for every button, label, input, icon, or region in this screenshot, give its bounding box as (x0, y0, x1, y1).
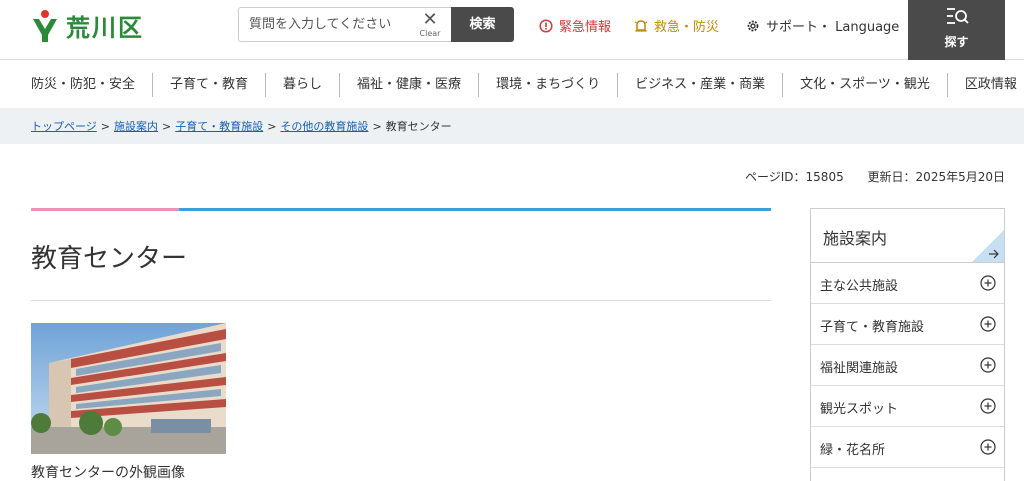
nav-item-living[interactable]: 暮らし (266, 73, 341, 97)
breadcrumb-separator: > (267, 119, 277, 133)
nav-item-administration[interactable]: 区政情報 (948, 73, 1024, 97)
site-header: 荒川区 ✕ Clear 検索 緊急情報 救急・防災 サポート・ Language (0, 0, 1024, 60)
title-accent-bar (31, 208, 771, 211)
page-id: ページID：15805 (745, 170, 844, 184)
breadcrumb-link-facilities[interactable]: 施設案内 (114, 118, 158, 134)
nav-item-safety[interactable]: 防災・防犯・安全 (0, 73, 154, 97)
alarm-bell-icon (634, 19, 648, 32)
plus-circle-icon[interactable] (980, 357, 996, 373)
sidebar-item-childcare-facilities[interactable]: 子育て・教育施設 (811, 304, 1004, 345)
plus-circle-icon[interactable] (980, 439, 996, 455)
sidebar-item-welfare-facilities[interactable]: 福祉関連施設 (811, 345, 1004, 386)
title-divider (31, 300, 771, 301)
page-meta: ページID：15805 更新日：2025年5月20日 (745, 168, 1005, 185)
support-language-link[interactable]: サポート・ Language (746, 16, 899, 35)
plus-circle-icon[interactable] (980, 316, 996, 332)
photo-caption: 教育センターの外観画像 (31, 465, 185, 481)
search-input[interactable] (249, 8, 414, 41)
breadcrumb-separator: > (100, 119, 110, 133)
emergency-info-label: 緊急情報 (559, 20, 612, 35)
alert-circle-icon (539, 18, 553, 33)
find-menu-button[interactable]: 探す (908, 0, 1005, 60)
logo-text: 荒川区 (66, 14, 144, 42)
nav-item-culture[interactable]: 文化・スポーツ・観光 (783, 73, 948, 97)
sidebar-item-green-flower-spots[interactable]: 緑・花名所 (811, 427, 1004, 468)
accent-pink-segment (31, 208, 179, 211)
sidebar: 施設案内 主な公共施設 子育て・教育施設 福祉関連施設 観光スポット 緑・花名所 (810, 208, 1005, 481)
arakawa-logo-icon (33, 9, 57, 42)
emergency-info-link[interactable]: 緊急情報 (539, 16, 611, 35)
clear-label: Clear (419, 29, 441, 38)
updated-date: 更新日：2025年5月20日 (867, 170, 1005, 184)
arrow-right-icon (972, 230, 1004, 262)
breadcrumb: トップページ > 施設案内 > 子育て・教育施設 > その他の教育施設 > 教育… (0, 108, 1024, 144)
site-logo[interactable]: 荒川区 (30, 8, 144, 43)
search-box: ✕ Clear (238, 7, 451, 42)
building-photo (31, 323, 226, 454)
search-button[interactable]: 検索 (451, 7, 514, 42)
sidebar-item-label: 緑・花名所 (820, 443, 886, 458)
breadcrumb-current: 教育センター (385, 120, 452, 133)
nav-item-environment[interactable]: 環境・まちづくり (479, 73, 619, 97)
sidebar-item-label: 子育て・教育施設 (820, 320, 925, 335)
breadcrumb-link-top[interactable]: トップページ (31, 118, 97, 134)
breadcrumb-separator: > (162, 119, 172, 133)
sidebar-item-tourist-spots[interactable]: 観光スポット (811, 386, 1004, 427)
sidebar-item-public-facilities[interactable]: 主な公共施設 (811, 263, 1004, 304)
nav-item-welfare[interactable]: 福祉・健康・医療 (340, 73, 480, 97)
search-menu-icon (946, 8, 969, 24)
sidebar-heading[interactable]: 施設案内 (811, 209, 1004, 263)
global-nav: 防災・防犯・安全 子育て・教育 暮らし 福祉・健康・医療 環境・まちづくり ビジ… (0, 60, 1024, 110)
page-title: 教育センター (31, 244, 188, 274)
breadcrumb-link-other-education[interactable]: その他の教育施設 (280, 118, 368, 134)
sidebar-item-label: 観光スポット (820, 402, 899, 417)
breadcrumb-link-education-facilities[interactable]: 子育て・教育施設 (175, 118, 263, 134)
sidebar-item-label: 主な公共施設 (820, 279, 899, 294)
plus-circle-icon[interactable] (980, 398, 996, 414)
gear-icon (747, 20, 759, 31)
nav-item-childcare[interactable]: 子育て・教育 (153, 73, 267, 97)
nav-item-business[interactable]: ビジネス・産業・商業 (618, 73, 784, 97)
disaster-label: 救急・防災 (654, 20, 720, 35)
find-menu-label: 探す (944, 35, 969, 49)
sidebar-item-label: 福祉関連施設 (820, 361, 899, 376)
accent-blue-segment (179, 208, 771, 211)
breadcrumb-separator: > (372, 119, 382, 133)
disaster-link[interactable]: 救急・防災 (634, 16, 719, 35)
plus-circle-icon[interactable] (980, 275, 996, 291)
sidebar-heading-label: 施設案内 (823, 229, 888, 248)
support-language-label: サポート・ Language (766, 20, 900, 35)
close-icon: ✕ (422, 9, 438, 30)
clear-button[interactable]: ✕ Clear (417, 11, 443, 41)
